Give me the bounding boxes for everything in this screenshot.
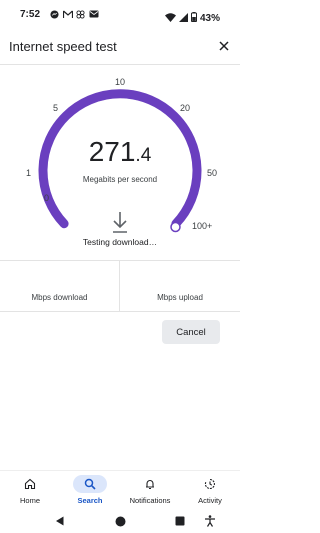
back-icon <box>56 516 64 526</box>
bell-icon <box>133 475 167 493</box>
nav-label-home: Home <box>19 496 40 505</box>
scale-label: 0 <box>44 193 50 203</box>
scale-label: 20 <box>180 103 191 113</box>
download-label: Mbps download <box>31 293 88 302</box>
download-arrow-icon <box>111 211 129 238</box>
test-status-text: Testing download… <box>82 237 158 247</box>
nav-item-notifications[interactable]: Notifications <box>120 471 180 509</box>
recents-button[interactable] <box>173 514 187 528</box>
speed-value-decimal: .4 <box>135 145 152 166</box>
nav-label-activity: Activity <box>198 496 222 505</box>
accessibility-icon <box>205 515 215 527</box>
search-icon <box>73 475 107 493</box>
upload-result: Mbps upload <box>120 261 240 311</box>
nav-item-search[interactable]: Search <box>60 471 120 509</box>
scale-label: 5 <box>53 103 59 113</box>
cancel-button[interactable]: Cancel <box>162 320 220 344</box>
activity-icon <box>193 475 227 493</box>
system-nav-bar <box>0 508 240 533</box>
nav-label-search: Search <box>77 496 103 505</box>
home-system-button[interactable] <box>113 514 127 528</box>
results-panel: Mbps download Mbps upload <box>0 260 240 312</box>
upload-label: Mbps upload <box>157 293 203 302</box>
home-icon <box>13 475 47 493</box>
scale-label: 100+ <box>192 221 213 231</box>
nav-label-notifications: Notifications <box>129 496 171 505</box>
recents-icon <box>175 516 185 526</box>
speed-unit: Megabits per second <box>82 175 158 184</box>
home-circle-icon <box>115 516 125 526</box>
nav-item-home[interactable]: Home <box>0 471 60 509</box>
bottom-nav: Home Search Notifications Activity <box>0 470 240 509</box>
speed-gauge: 0 1 5 10 20 50 100+ 271.4 Megabits per s… <box>0 0 240 265</box>
accessibility-button[interactable] <box>203 514 217 528</box>
speed-value-integer: 271 <box>88 136 136 167</box>
speed-value: 271.4 <box>0 136 240 168</box>
back-button[interactable] <box>53 514 67 528</box>
gauge-indicator <box>170 221 181 233</box>
download-result: Mbps download <box>0 261 120 311</box>
scale-label: 10 <box>115 77 126 87</box>
nav-item-activity[interactable]: Activity <box>180 471 240 509</box>
